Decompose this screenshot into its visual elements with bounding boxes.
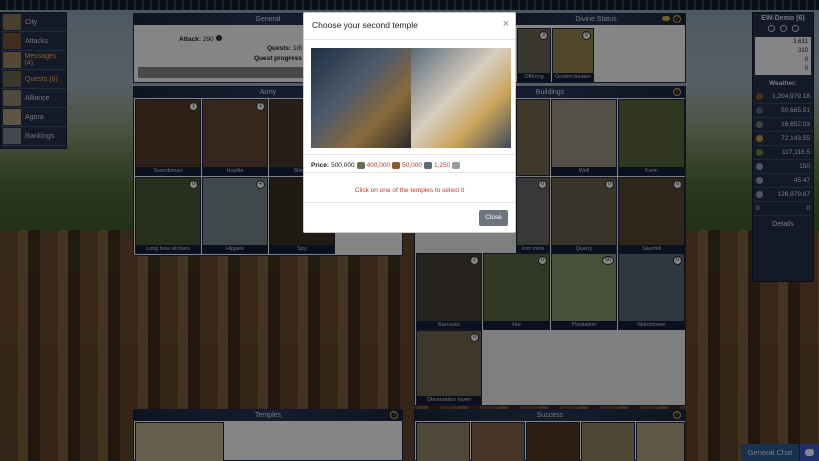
price-iron: 50,000 (402, 162, 422, 169)
temple-option-warrior[interactable] (311, 48, 411, 148)
gold-icon (356, 162, 365, 169)
temple-modal: Choose your second temple × Price: 500,00… (303, 12, 516, 233)
close-button[interactable]: Close (479, 210, 508, 226)
iron-icon (423, 162, 432, 169)
price-stone: 1,250 (433, 162, 451, 169)
wood-icon (392, 162, 401, 169)
price-row: Price: 500,000 400,000 50,000 1,250 (311, 162, 461, 169)
price-label: Price: (311, 162, 330, 169)
price-gold: 500,000 (331, 162, 355, 169)
modal-title: Choose your second temple (312, 20, 418, 30)
divider (304, 172, 515, 173)
temple-option-goddess[interactable] (411, 48, 511, 148)
price-wood: 400,000 (366, 162, 391, 169)
divider (304, 154, 515, 155)
close-icon[interactable]: × (503, 18, 509, 30)
stone-icon (452, 162, 461, 169)
divider (304, 202, 515, 203)
selection-hint: Click on one of the temples to select it (354, 187, 465, 194)
